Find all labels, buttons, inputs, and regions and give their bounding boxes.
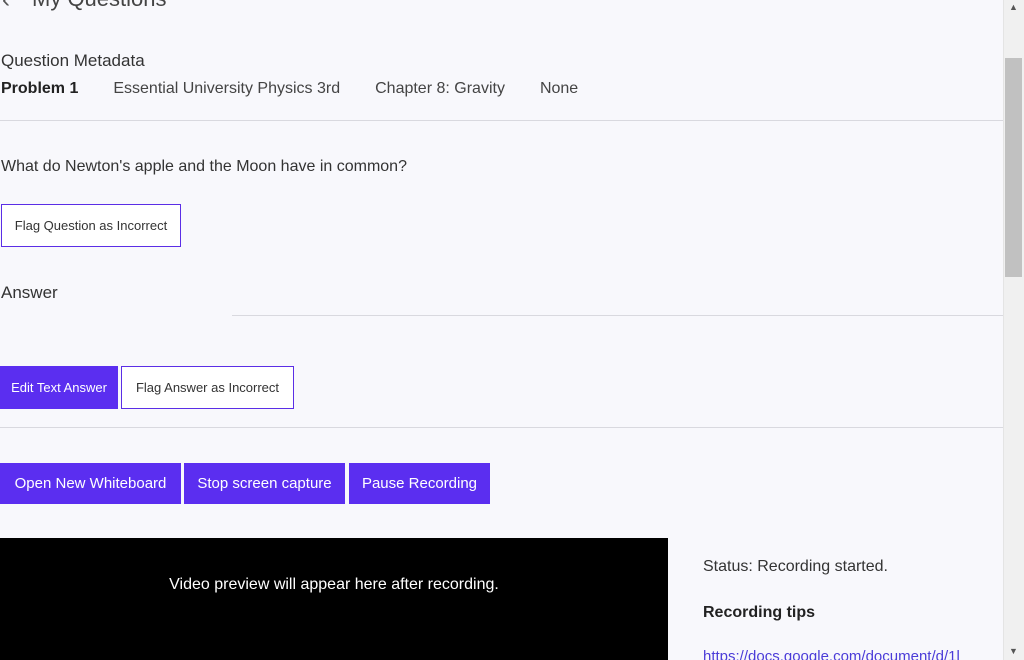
recording-tips-link[interactable]: https://docs.google.com/document/d/1l [703,648,960,660]
page-title: My Questions [32,0,167,12]
metadata-heading: Question Metadata [1,51,145,70]
metadata-row: Problem 1 Essential University Physics 3… [1,80,578,98]
video-preview-message: Video preview will appear here after rec… [169,576,499,593]
main-content: ‹ My Questions Question Metadata Problem… [0,0,1003,660]
video-preview: Video preview will appear here after rec… [0,538,668,660]
book-label: Essential University Physics 3rd [113,80,341,97]
recording-tips-heading: Recording tips [703,604,816,621]
scroll-up-icon[interactable]: ▲ [1004,2,1023,12]
question-text: What do Newton's apple and the Moon have… [1,158,407,175]
scroll-down-icon[interactable]: ▼ [1004,646,1023,656]
vertical-scrollbar[interactable]: ▲ ▼ [1003,0,1024,660]
stop-screen-capture-button[interactable]: Stop screen capture [184,463,345,504]
extra-label: None [539,80,579,97]
chevron-left-icon[interactable]: ‹ [2,0,10,12]
open-whiteboard-button[interactable]: Open New Whiteboard [0,463,181,504]
divider [0,427,1003,428]
problem-label: Problem 1 [1,80,79,97]
flag-answer-button[interactable]: Flag Answer as Incorrect [121,366,294,409]
flag-question-button[interactable]: Flag Question as Incorrect [1,204,181,247]
recording-status: Status: Recording started. [703,558,888,575]
divider [232,315,1003,316]
scrollbar-thumb[interactable] [1005,58,1022,277]
edit-text-answer-button[interactable]: Edit Text Answer [0,366,118,409]
pause-recording-button[interactable]: Pause Recording [349,463,490,504]
divider [0,120,1003,121]
chapter-label: Chapter 8: Gravity [375,80,505,97]
answer-heading: Answer [1,283,58,302]
